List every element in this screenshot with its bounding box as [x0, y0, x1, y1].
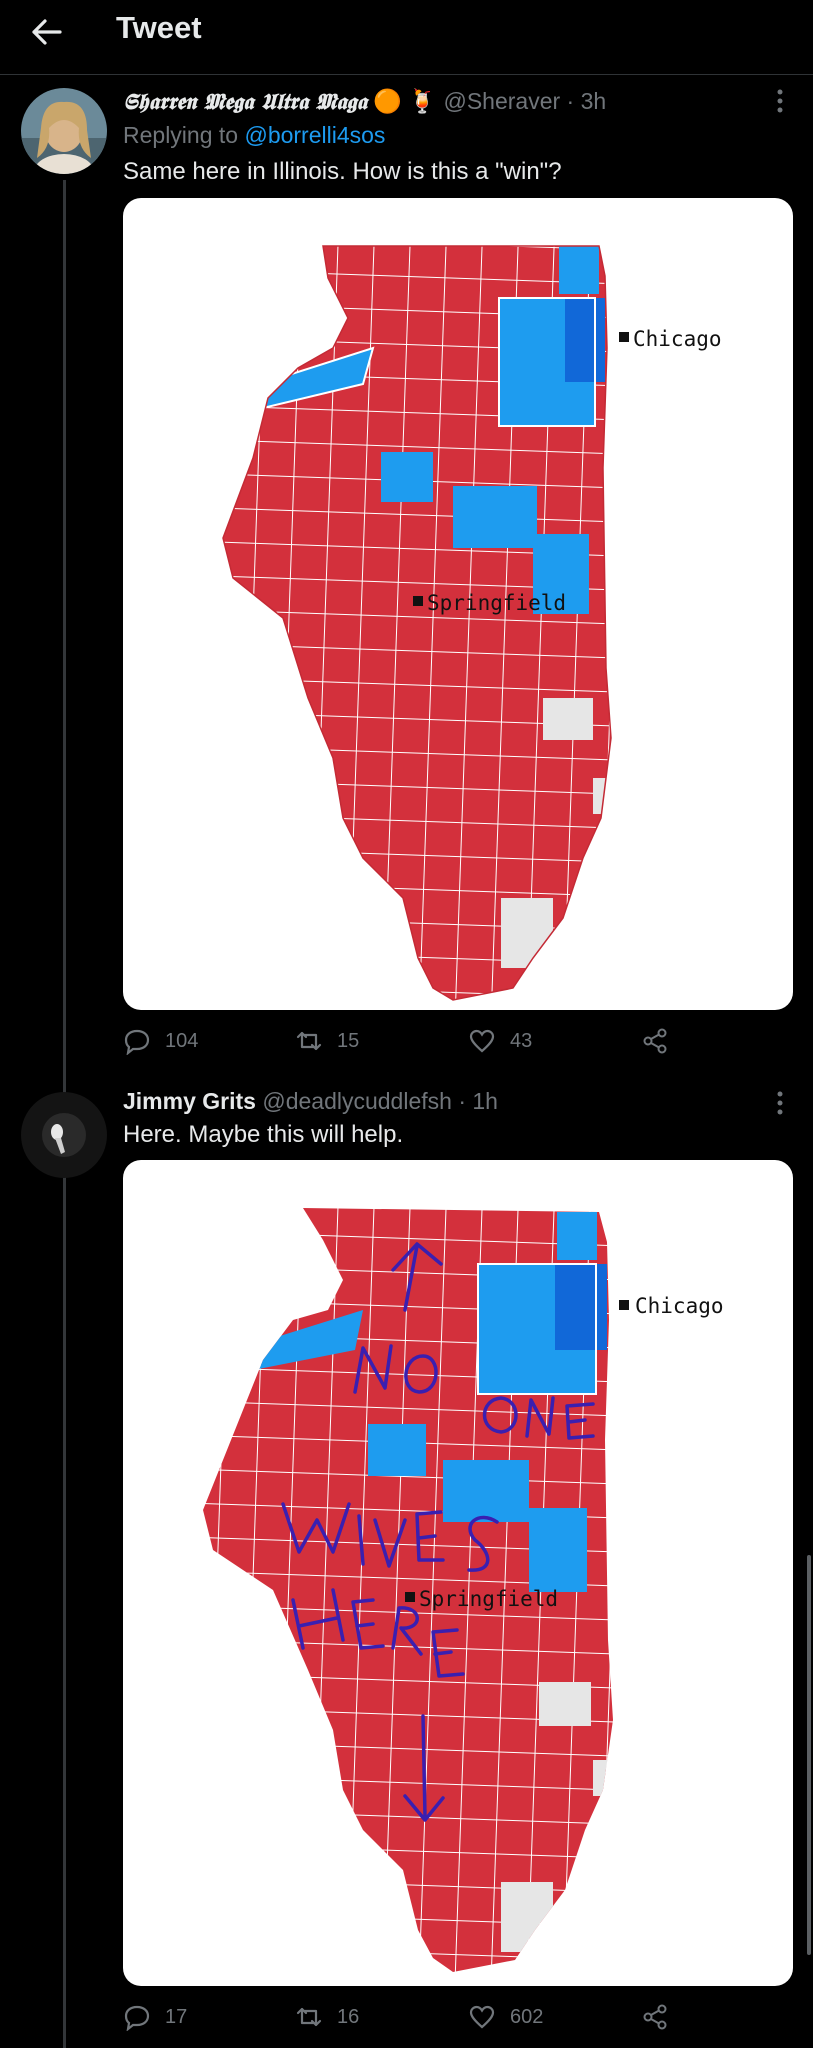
reply-icon	[124, 1029, 150, 1055]
more-options-icon[interactable]	[765, 1088, 795, 1118]
back-arrow-icon[interactable]	[26, 12, 66, 52]
share-icon	[643, 2004, 667, 2030]
top-bar: Tweet	[0, 0, 813, 75]
retweet-count: 15	[337, 1029, 360, 1052]
retweet-count: 16	[337, 2005, 360, 2028]
annotated-illinois-map-image[interactable]: Chicago Springfield	[123, 1160, 793, 1986]
display-name[interactable]: 𝕾𝖍𝖆𝖗𝖗𝖊𝖓 𝕸𝖊𝖌𝖆 𝖀𝖑𝖙𝖗𝖆 𝕸𝖆𝖌𝖆	[123, 89, 367, 115]
timestamp[interactable]: · 3h	[567, 88, 607, 114]
retweet-button[interactable]: 15	[295, 1027, 359, 1055]
springfield-label: Springfield	[419, 1587, 558, 1611]
share-icon	[643, 1028, 667, 1054]
heart-icon	[469, 2005, 495, 2029]
like-button[interactable]: 43	[468, 1027, 532, 1055]
more-options-icon[interactable]	[765, 86, 795, 116]
illinois-county-map: Chicago Springfield	[203, 1208, 724, 1972]
illinois-map-image[interactable]: Chicago Springfield	[123, 198, 793, 1010]
tweet-action-bar: 17 16 602	[123, 2003, 723, 2037]
share-button[interactable]	[641, 1027, 669, 1055]
heart-icon	[469, 1029, 495, 1053]
tweet-author-line: Jimmy Grits @deadlycuddlefsh · 1h	[123, 1088, 498, 1115]
timestamp[interactable]: · 1h	[458, 1088, 498, 1114]
reply-target-link[interactable]: @borrelli4sos	[244, 122, 385, 148]
springfield-label: Springfield	[427, 591, 566, 615]
tweet-action-bar: 104 15 43	[123, 1027, 723, 1061]
tweet-author-line: 𝕾𝖍𝖆𝖗𝖗𝖊𝖓 𝕸𝖊𝖌𝖆 𝖀𝖑𝖙𝖗𝖆 𝕸𝖆𝖌𝖆 🟠 🍹 @Sheraver · …	[123, 88, 606, 115]
scrollbar-thumb[interactable]	[807, 1555, 811, 1955]
avatar[interactable]	[21, 88, 107, 174]
like-button[interactable]: 602	[468, 2003, 543, 2031]
share-button[interactable]	[641, 2003, 669, 2031]
replying-to-line: Replying to @borrelli4sos	[123, 122, 385, 149]
name-emoji: 🟠 🍹	[373, 88, 438, 114]
handle[interactable]: @Sheraver	[443, 88, 560, 114]
like-count: 602	[510, 2005, 544, 2028]
like-count: 43	[510, 1029, 533, 1052]
chicago-label: Chicago	[635, 1294, 724, 1318]
retweet-icon	[296, 1031, 322, 1051]
retweet-icon	[296, 2007, 322, 2027]
retweet-button[interactable]: 16	[295, 2003, 359, 2031]
reply-button[interactable]: 17	[123, 2003, 187, 2031]
reply-button[interactable]: 104	[123, 1027, 198, 1055]
reply-count: 17	[165, 2005, 188, 2028]
display-name[interactable]: Jimmy Grits	[123, 1088, 256, 1114]
page-title: Tweet	[116, 10, 202, 45]
avatar[interactable]	[21, 1092, 107, 1178]
reply-icon	[124, 2005, 150, 2031]
tweet-text: Same here in Illinois. How is this a "wi…	[123, 158, 562, 185]
chicago-label: Chicago	[633, 327, 722, 351]
tweet-text: Here. Maybe this will help.	[123, 1121, 404, 1148]
illinois-county-map: Chicago Springfield	[222, 245, 722, 1001]
replying-label: Replying to	[123, 122, 239, 148]
reply-count: 104	[165, 1029, 199, 1052]
handle[interactable]: @deadlycuddlefsh	[262, 1088, 452, 1114]
